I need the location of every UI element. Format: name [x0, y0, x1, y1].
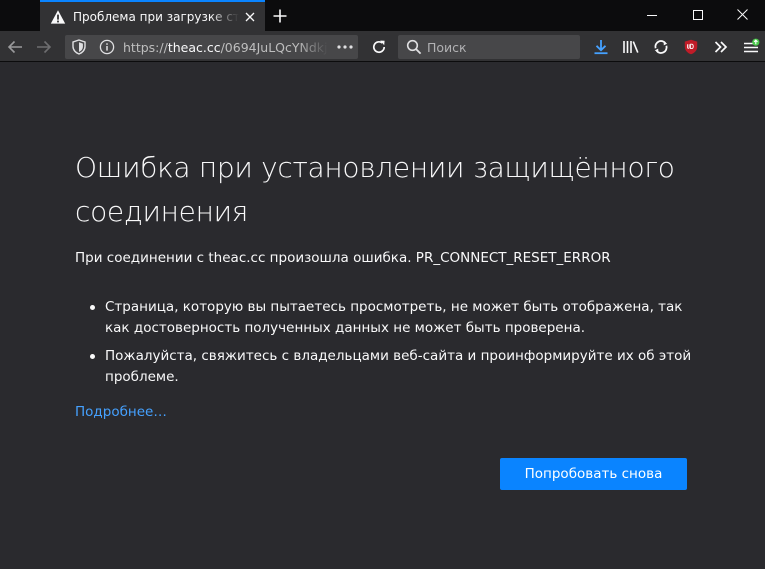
- search-icon: [406, 39, 422, 55]
- maximize-icon: [693, 9, 703, 20]
- learn-more-link[interactable]: Подробнее…: [75, 402, 167, 422]
- window-close-icon: [736, 9, 748, 20]
- overflow-menu-button[interactable]: [708, 34, 734, 60]
- new-tab-button[interactable]: [268, 4, 292, 28]
- sync-icon: [654, 40, 668, 54]
- try-again-button[interactable]: Попробовать снова: [500, 458, 687, 490]
- error-container: Ошибка при установлении защищённого соед…: [75, 146, 700, 420]
- ublock-button[interactable]: [678, 34, 704, 60]
- warning-icon: [50, 9, 66, 24]
- page-content: Ошибка при установлении защищённого соед…: [0, 62, 765, 569]
- list-item-text: Страница, которую вы пытаетесь просмотре…: [105, 299, 683, 336]
- shield-icon[interactable]: [71, 39, 87, 55]
- url-host: theac.cc: [167, 39, 221, 55]
- bullet-icon: [90, 305, 95, 310]
- error-description: При соединении с theac.cc произошла ошиб…: [75, 250, 611, 266]
- sync-button[interactable]: [648, 34, 674, 60]
- url-text[interactable]: https://theac.cc/0694JuLQcYNdkj: [123, 40, 328, 55]
- url-prefix: https://: [123, 39, 168, 55]
- minimize-icon: [647, 14, 657, 16]
- ellipsis-icon: [337, 45, 353, 49]
- reload-button[interactable]: [366, 34, 392, 60]
- library-icon: [623, 41, 639, 53]
- error-details-list: Страница, которую вы пытаетесь просмотре…: [75, 297, 700, 395]
- forward-button[interactable]: [31, 34, 57, 60]
- hamburger-menu-icon: [744, 38, 760, 53]
- library-button[interactable]: [618, 34, 644, 60]
- reload-icon: [372, 40, 386, 54]
- error-title: Ошибка при установлении защищённого соед…: [75, 151, 675, 228]
- maximize-button[interactable]: [676, 0, 720, 29]
- list-item: Страница, которую вы пытаетесь просмотре…: [90, 297, 700, 339]
- info-icon[interactable]: [99, 39, 115, 55]
- search-input[interactable]: [427, 39, 577, 55]
- title-bar: Проблема при загрузке страницы: [0, 0, 765, 31]
- window-close-button[interactable]: [720, 0, 764, 29]
- url-bar[interactable]: https://theac.cc/0694JuLQcYNdkj: [65, 35, 358, 59]
- page-actions-button[interactable]: [334, 38, 356, 56]
- ublock-origin-icon: [684, 39, 698, 55]
- tab-active[interactable]: Проблема при загрузке страницы: [40, 0, 265, 31]
- list-item-text: Пожалуйста, свяжитесь с владельцами веб-…: [105, 348, 692, 385]
- tab-title: Проблема при загрузке страницы: [73, 9, 239, 24]
- chevron-double-right-icon: [714, 41, 728, 53]
- back-button[interactable]: [2, 34, 28, 60]
- arrow-left-icon: [7, 40, 22, 54]
- close-icon[interactable]: [239, 6, 261, 28]
- download-icon: [594, 40, 608, 55]
- navigation-toolbar: https://theac.cc/0694JuLQcYNdkj: [0, 31, 765, 62]
- bullet-icon: [90, 354, 95, 359]
- minimize-button[interactable]: [630, 0, 674, 29]
- search-bar[interactable]: [398, 35, 580, 59]
- downloads-button[interactable]: [588, 34, 614, 60]
- arrow-right-icon: [37, 40, 52, 54]
- main-menu-button[interactable]: [738, 34, 764, 60]
- plus-icon: [273, 9, 287, 23]
- list-item: Пожалуйста, свяжитесь с владельцами веб-…: [90, 346, 700, 388]
- url-path: /0694JuLQcYNdkj: [220, 39, 328, 55]
